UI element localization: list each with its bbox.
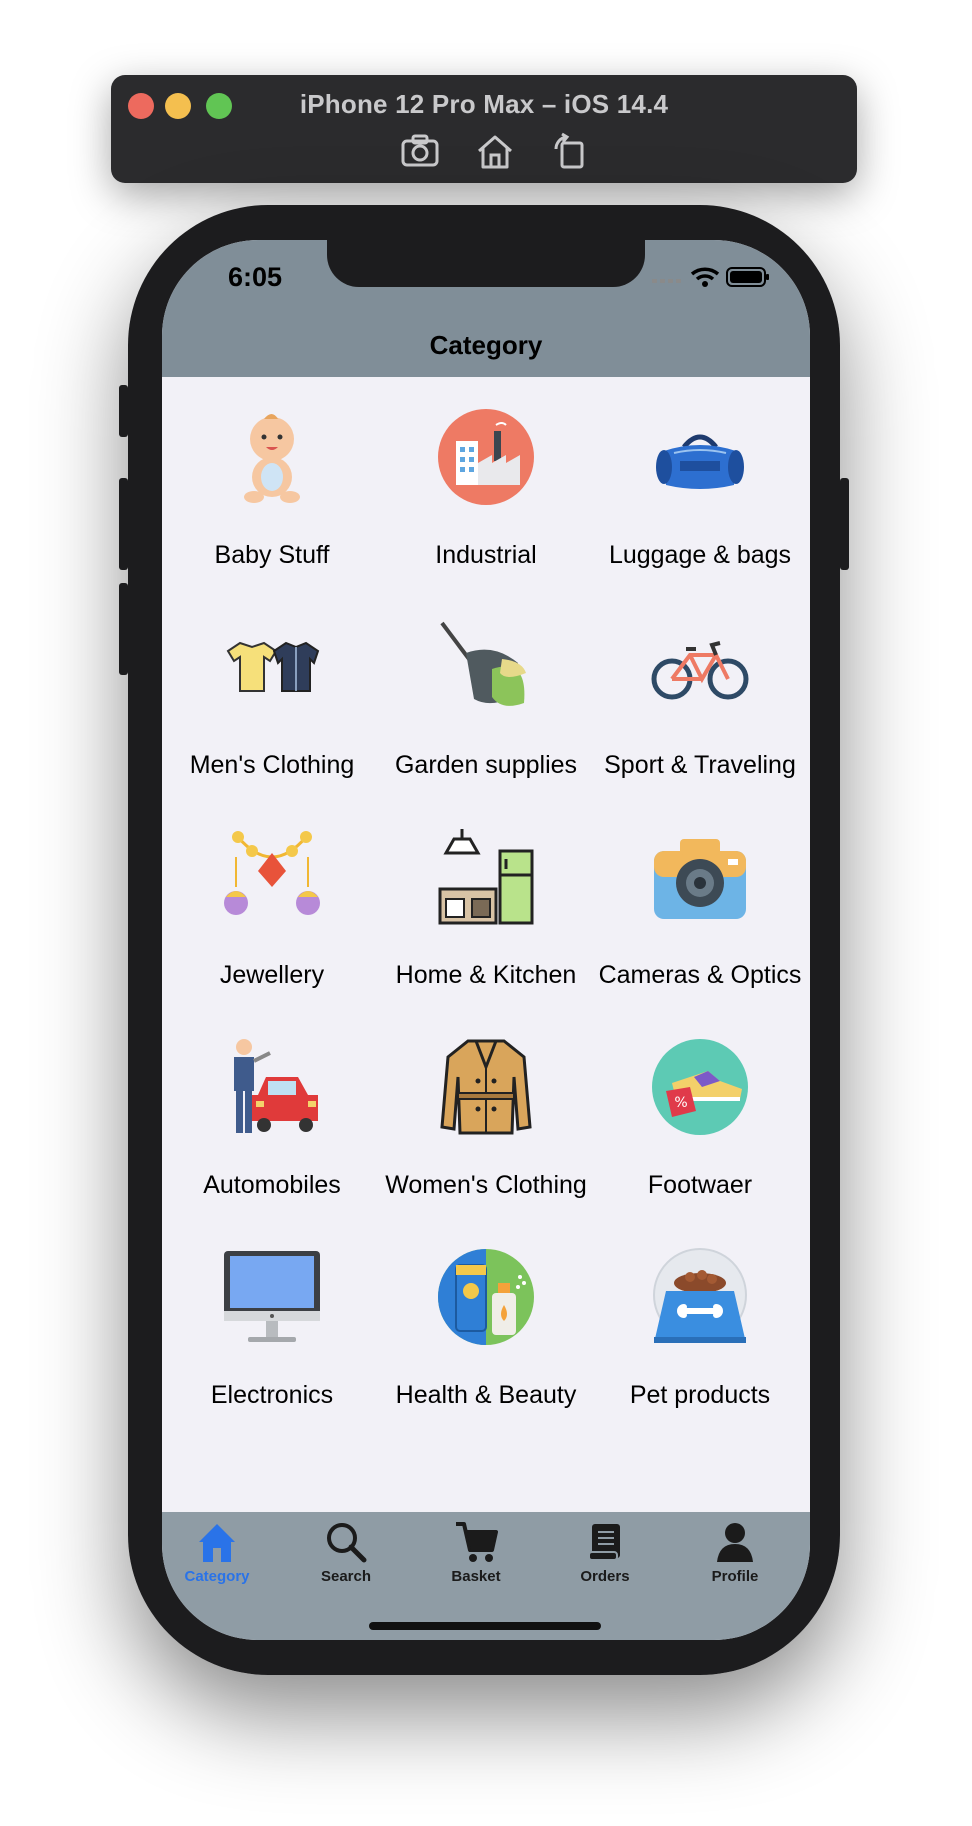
kitchen-icon bbox=[436, 827, 536, 927]
home-indicator bbox=[369, 1622, 601, 1630]
category-label: Home & Kitchen bbox=[395, 961, 577, 989]
status-icons bbox=[652, 265, 770, 289]
status-time: 6:05 bbox=[228, 262, 283, 292]
home-icon[interactable] bbox=[473, 131, 517, 171]
category-baby-stuff[interactable]: Baby Stuff bbox=[167, 377, 377, 587]
shirts-icon bbox=[222, 617, 322, 717]
bicycle-icon bbox=[650, 617, 750, 717]
screenshot-icon[interactable] bbox=[398, 131, 442, 171]
category-jewellery[interactable]: Jewellery bbox=[167, 797, 377, 1007]
tab-bar: Category Search Basket Orders Profile bbox=[162, 1512, 810, 1640]
volume-down-button bbox=[119, 583, 128, 675]
category-label: Automobiles bbox=[203, 1171, 341, 1199]
necklace-icon bbox=[222, 827, 322, 927]
category-label: Health & Beauty bbox=[395, 1381, 577, 1409]
category-pet-products[interactable]: Pet products bbox=[595, 1217, 805, 1427]
simulator-title: iPhone 12 Pro Max – iOS 14.4 bbox=[299, 89, 669, 119]
factory-icon bbox=[436, 407, 536, 507]
duffel-bag-icon bbox=[650, 407, 750, 507]
camera-icon bbox=[650, 827, 750, 927]
category-label: Cameras & Optics bbox=[598, 961, 802, 989]
tab-search[interactable]: Search bbox=[296, 1520, 396, 1600]
tab-label: Search bbox=[320, 1568, 372, 1585]
orders-icon bbox=[588, 1524, 620, 1561]
tab-label: Orders bbox=[580, 1568, 630, 1585]
category-label: Industrial bbox=[435, 541, 537, 569]
phone-screen: Category 6:05 Baby Stuff Industrial Lugg… bbox=[162, 240, 810, 1640]
mechanic-car-icon bbox=[222, 1037, 322, 1137]
category-label: Luggage & bags bbox=[608, 541, 792, 569]
search-icon bbox=[327, 1523, 367, 1563]
baby-icon bbox=[222, 407, 322, 507]
category-luggage-bags[interactable]: Luggage & bags bbox=[595, 377, 805, 587]
volume-up-button bbox=[119, 478, 128, 570]
notch bbox=[327, 240, 645, 287]
battery-icon bbox=[726, 267, 769, 287]
category-label: Sport & Traveling bbox=[604, 751, 796, 779]
power-button bbox=[840, 478, 849, 570]
category-womens-clothing[interactable]: Women's Clothing bbox=[381, 1007, 591, 1217]
category-label: Jewellery bbox=[219, 961, 325, 989]
tab-orders[interactable]: Orders bbox=[555, 1520, 655, 1600]
category-label: Garden supplies bbox=[394, 751, 578, 779]
category-label: Electronics bbox=[210, 1381, 334, 1409]
cosmetics-icon bbox=[436, 1247, 536, 1347]
category-label: Pet products bbox=[629, 1381, 771, 1409]
page-title: Category bbox=[429, 330, 543, 360]
wifi-icon bbox=[690, 267, 720, 287]
category-sport-traveling[interactable]: Sport & Traveling bbox=[595, 587, 805, 797]
cart-icon bbox=[456, 1522, 498, 1562]
category-electronics[interactable]: Electronics bbox=[167, 1217, 377, 1427]
simulator-toolbar: iPhone 12 Pro Max – iOS 14.4 bbox=[111, 75, 857, 183]
pet-bowl-icon bbox=[650, 1247, 750, 1347]
profile-icon bbox=[717, 1523, 753, 1562]
category-automobiles[interactable]: Automobiles bbox=[167, 1007, 377, 1217]
monitor-icon bbox=[222, 1247, 322, 1347]
signal-icon bbox=[652, 279, 681, 283]
category-mens-clothing[interactable]: Men's Clothing bbox=[167, 587, 377, 797]
category-cameras-optics[interactable]: Cameras & Optics bbox=[595, 797, 805, 1007]
category-garden-supplies[interactable]: Garden supplies bbox=[381, 587, 591, 797]
category-label: Baby Stuff bbox=[214, 541, 330, 569]
tab-basket[interactable]: Basket bbox=[426, 1520, 526, 1600]
trench-coat-icon bbox=[436, 1037, 536, 1137]
rotate-icon[interactable] bbox=[548, 131, 592, 171]
category-health-beauty[interactable]: Health & Beauty bbox=[381, 1217, 591, 1427]
sneaker-icon: % bbox=[650, 1037, 750, 1137]
svg-text:%: % bbox=[674, 1095, 687, 1111]
tab-category[interactable]: Category bbox=[167, 1520, 267, 1600]
category-home-kitchen[interactable]: Home & Kitchen bbox=[381, 797, 591, 1007]
home-icon bbox=[199, 1524, 235, 1562]
category-label: Women's Clothing bbox=[385, 1171, 587, 1199]
category-label: Men's Clothing bbox=[189, 751, 355, 779]
category-footwear[interactable]: % Footwaer bbox=[595, 1007, 805, 1217]
category-industrial[interactable]: Industrial bbox=[381, 377, 591, 587]
watering-can-icon bbox=[436, 617, 536, 717]
tab-label: Profile bbox=[711, 1568, 759, 1585]
category-label: Footwaer bbox=[647, 1171, 753, 1199]
tab-profile[interactable]: Profile bbox=[685, 1520, 785, 1600]
mute-switch bbox=[119, 385, 128, 437]
tab-label: Category bbox=[184, 1568, 250, 1585]
tab-label: Basket bbox=[451, 1568, 501, 1585]
